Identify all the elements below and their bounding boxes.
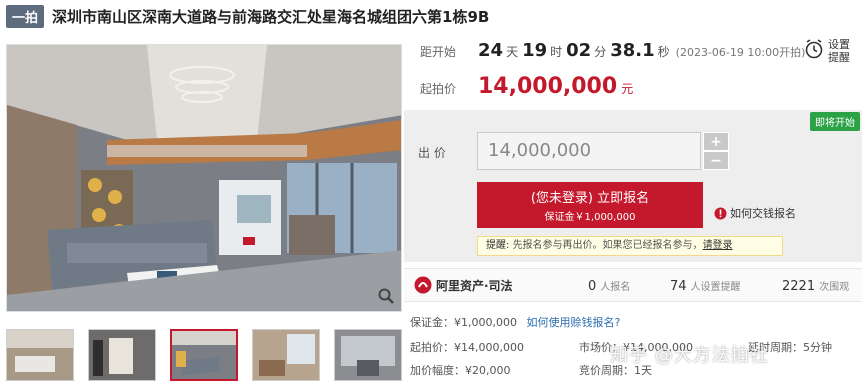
views-count: 2221	[782, 279, 816, 294]
reminders-label: 人设置提醒	[690, 282, 741, 293]
decrease-bid-button[interactable]: −	[703, 151, 729, 170]
zoom-icon[interactable]	[377, 287, 395, 305]
countdown-hours: 19	[522, 40, 548, 61]
increment-detail: 加价幅度：¥20,000	[410, 364, 511, 377]
countdown-label: 距开始	[420, 45, 457, 59]
thumbnail-5[interactable]	[334, 329, 402, 381]
start-price-detail: 起拍价：¥14,000,000	[410, 341, 524, 354]
thumbnail-4[interactable]	[252, 329, 320, 381]
thumbnail-strip	[6, 329, 402, 383]
countdown-minutes-unit: 分	[594, 45, 607, 59]
alarm-clock-icon	[805, 39, 823, 59]
auction-type-tag: 一拍	[6, 4, 45, 28]
starting-price-unit: 元	[621, 82, 634, 96]
deposit-text: 保证金：¥1,000,000	[410, 316, 517, 329]
views-stat: 2221 次围观	[782, 278, 849, 294]
ali-logo-icon	[414, 276, 432, 294]
signups-label: 人报名	[600, 282, 631, 293]
deposit-row: 保证金：¥1,000,000 如何使用赊钱报名?	[410, 314, 620, 330]
stats-bar: 阿里资产·司法 0 人报名 74 人设置提醒 2221 次围观	[404, 268, 862, 302]
reminders-count: 74	[670, 279, 687, 294]
info-icon	[714, 207, 727, 219]
signup-deposit-label: 保证金￥1,000,000	[544, 212, 636, 223]
brand-text: 阿里资产·司法	[436, 278, 513, 293]
deposit-help-link[interactable]: 如何使用赊钱报名?	[526, 316, 620, 329]
countdown-days-unit: 天	[506, 45, 519, 59]
thumbnail-1[interactable]	[6, 329, 74, 381]
set-reminder-button[interactable]: 设置 提醒	[804, 38, 860, 74]
login-link[interactable]: 请登录	[703, 240, 733, 251]
status-badge: 即将开始	[810, 112, 860, 131]
signups-count: 0	[588, 279, 597, 294]
countdown-hours-unit: 时	[550, 45, 563, 59]
page-title: 深圳市南山区深南大道路与前海路交汇处星海名城组团六第1栋9B	[52, 7, 490, 26]
countdown-seconds-unit: 秒	[657, 45, 670, 59]
login-tip: 提醒: 先报名参与再出价。如果您已经报名参与，请登录	[477, 236, 783, 256]
watermark: 知乎 @大方法拍社	[610, 345, 769, 366]
countdown-row: 距开始 24 天 19 时 02 分 38.1 秒 (2023-06-19 10…	[420, 40, 805, 61]
start-time: (2023-06-19 10:00开拍)	[675, 46, 806, 59]
bid-panel: 即将开始 出 价 14,000,000 + − (您未登录) 立即报名 保证金￥…	[404, 110, 862, 262]
starting-price-value: 14,000,000	[478, 74, 618, 99]
starting-price-label: 起拍价	[420, 82, 457, 96]
bid-stepper: + −	[703, 132, 729, 170]
auction-info: 距开始 24 天 19 时 02 分 38.1 秒 (2023-06-19 10…	[404, 32, 862, 110]
thumbnail-2[interactable]	[88, 329, 156, 381]
how-to-pay-label: 如何交钱报名	[730, 207, 796, 220]
reminder-line1: 设置	[828, 38, 850, 51]
countdown-days: 24	[478, 40, 504, 61]
main-photo[interactable]	[6, 44, 402, 312]
increase-bid-button[interactable]: +	[703, 132, 729, 151]
tip-prefix: 提醒:	[486, 240, 510, 251]
starting-price-row: 起拍价 14,000,000 元	[420, 74, 633, 99]
brand-logo: 阿里资产·司法	[414, 276, 513, 294]
bid-amount-input[interactable]: 14,000,000	[477, 132, 701, 170]
how-to-pay-link[interactable]: 如何交钱报名	[714, 205, 796, 221]
countdown-seconds: 38.1	[610, 40, 655, 61]
signup-button[interactable]: (您未登录) 立即报名 保证金￥1,000,000	[477, 182, 703, 228]
signups-stat: 0 人报名	[588, 278, 630, 294]
bid-label: 出 价	[418, 146, 446, 160]
views-label: 次围观	[819, 282, 850, 293]
thumbnail-3-selected[interactable]	[170, 329, 238, 381]
reminder-line2: 提醒	[828, 51, 850, 64]
reminders-stat: 74 人设置提醒	[670, 278, 741, 294]
signup-button-label: (您未登录) 立即报名	[530, 191, 650, 206]
title-bar: 一拍 深圳市南山区深南大道路与前海路交汇处星海名城组团六第1栋9B	[0, 0, 862, 32]
tip-text: 先报名参与再出价。如果您已经报名参与，	[512, 240, 703, 251]
living-room-photo	[7, 45, 401, 311]
countdown-minutes: 02	[566, 40, 592, 61]
